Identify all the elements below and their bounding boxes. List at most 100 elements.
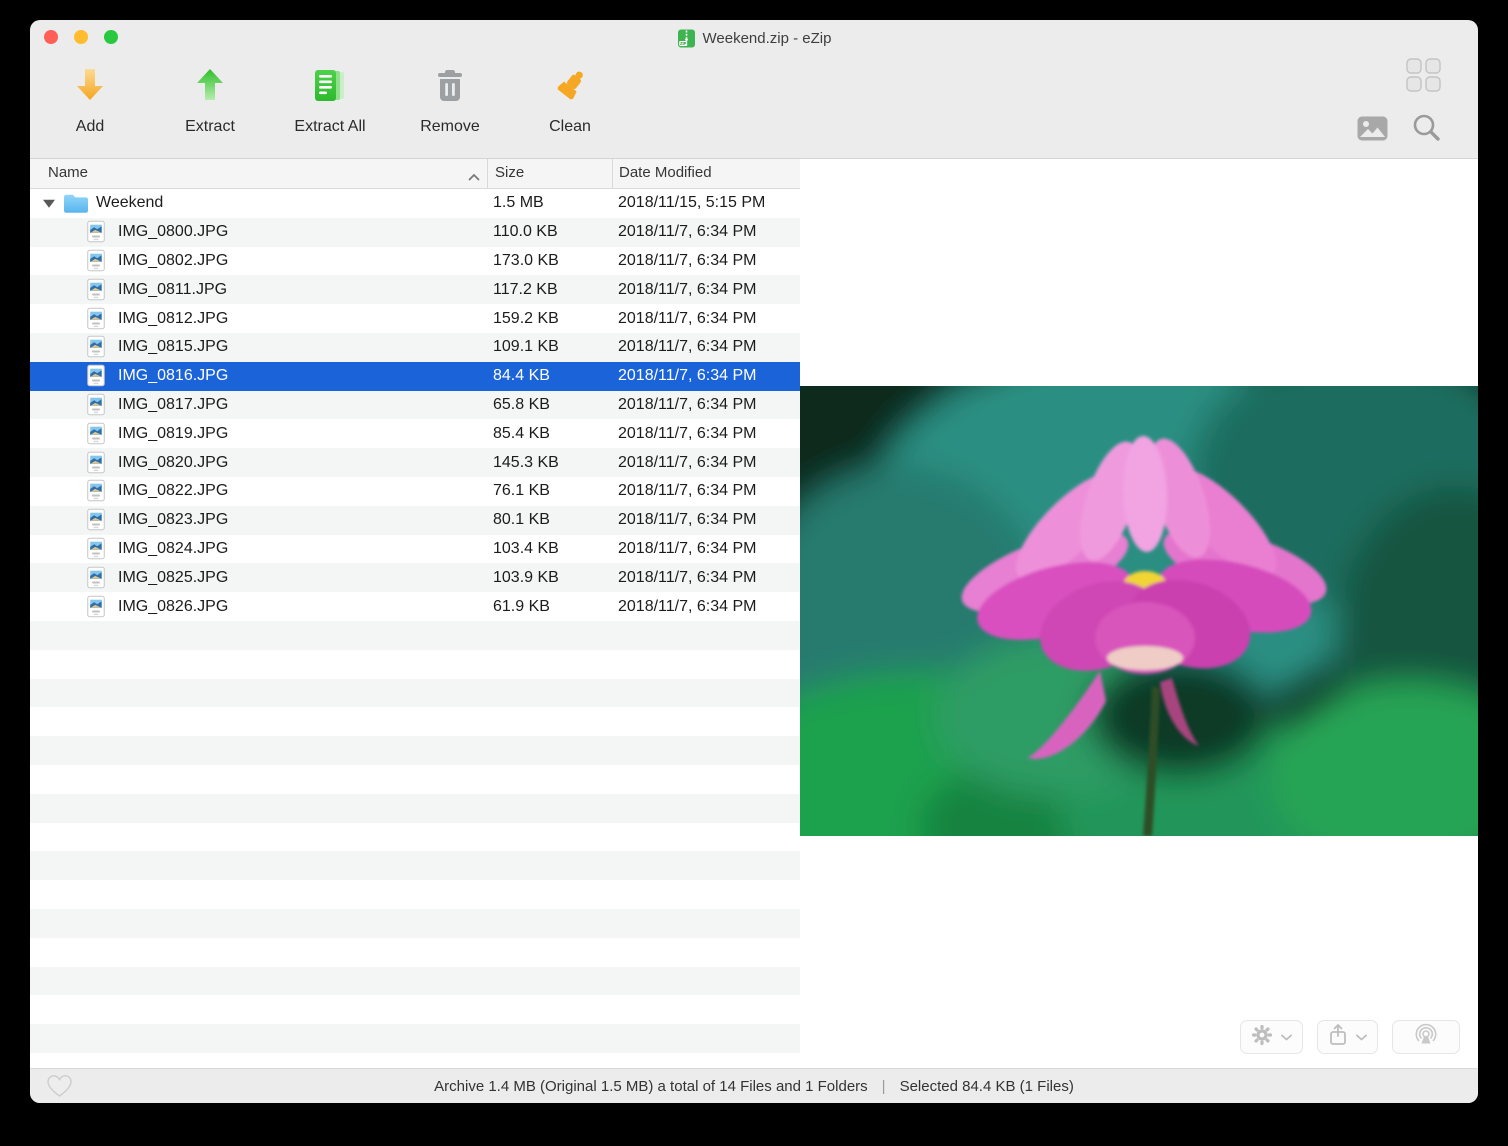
screen: ZIP Weekend.zip - eZip Add — [0, 0, 1508, 1146]
clean-button[interactable]: Clean — [510, 56, 630, 160]
extract-label: Extract — [185, 118, 235, 136]
search-icon — [1411, 130, 1442, 147]
file-date: 2018/11/7, 6:34 PM — [618, 252, 756, 270]
preview-pane — [800, 159, 1478, 1068]
clean-label: Clean — [549, 118, 591, 136]
table-row[interactable]: IMG_0819.JPG 85.4 KB 2018/11/7, 6:34 PM — [30, 419, 800, 448]
search-button[interactable] — [1411, 112, 1442, 148]
selection-summary: Selected 84.4 KB (1 Files) — [900, 1078, 1074, 1095]
content-area: Name Size Date Modified — [30, 158, 1478, 1068]
file-date: 2018/11/7, 6:34 PM — [618, 367, 756, 385]
file-name: IMG_0816.JPG — [118, 367, 228, 385]
file-date: 2018/11/7, 6:34 PM — [618, 281, 756, 299]
window-title: Weekend.zip - eZip — [703, 30, 832, 47]
file-size: 80.1 KB — [493, 511, 550, 529]
file-date: 2018/11/7, 6:34 PM — [618, 511, 756, 529]
empty-row — [30, 938, 800, 967]
table-row[interactable]: IMG_0826.JPG 61.9 KB 2018/11/7, 6:34 PM — [30, 592, 800, 621]
table-row[interactable]: IMG_0811.JPG 117.2 KB 2018/11/7, 6:34 PM — [30, 275, 800, 304]
table-row[interactable]: IMG_0816.JPG 84.4 KB 2018/11/7, 6:34 PM — [30, 362, 800, 391]
table-row[interactable]: IMG_0817.JPG 65.8 KB 2018/11/7, 6:34 PM — [30, 391, 800, 420]
extract-button[interactable]: Extract — [150, 56, 270, 160]
remove-button[interactable]: Remove — [390, 56, 510, 160]
titlebar[interactable]: ZIP Weekend.zip - eZip — [30, 20, 1478, 56]
settings-button[interactable] — [1240, 1020, 1303, 1054]
jpeg-file-icon — [87, 307, 105, 330]
column-header-date[interactable]: Date Modified — [619, 164, 712, 181]
add-label: Add — [76, 118, 104, 136]
file-date: 2018/11/15, 5:15 PM — [618, 194, 765, 212]
table-row[interactable]: IMG_0825.JPG 103.9 KB 2018/11/7, 6:34 PM — [30, 563, 800, 592]
column-header-name[interactable]: Name — [48, 164, 88, 181]
file-name: IMG_0802.JPG — [118, 252, 228, 270]
file-date: 2018/11/7, 6:34 PM — [618, 454, 756, 472]
table-row[interactable]: IMG_0815.JPG 109.1 KB 2018/11/7, 6:34 PM — [30, 333, 800, 362]
remove-label: Remove — [420, 118, 480, 136]
jpeg-file-icon — [87, 566, 105, 589]
add-button[interactable]: Add — [30, 56, 150, 160]
table-row[interactable]: IMG_0802.JPG 173.0 KB 2018/11/7, 6:34 PM — [30, 247, 800, 276]
trash-icon — [432, 64, 468, 110]
empty-row — [30, 707, 800, 736]
jpeg-file-icon — [87, 393, 105, 416]
file-name: IMG_0823.JPG — [118, 511, 228, 529]
file-name: IMG_0826.JPG — [118, 598, 228, 616]
preview-toggle-button[interactable] — [1357, 116, 1388, 146]
disclosure-triangle-icon[interactable] — [43, 200, 55, 208]
preview-image-lotus — [800, 386, 1478, 836]
file-size: 110.0 KB — [493, 223, 558, 241]
file-date: 2018/11/7, 6:34 PM — [618, 310, 756, 328]
file-date: 2018/11/7, 6:34 PM — [618, 223, 756, 241]
document-stack-icon — [310, 64, 350, 110]
empty-row — [30, 765, 800, 794]
table-row[interactable]: IMG_0800.JPG 110.0 KB 2018/11/7, 6:34 PM — [30, 218, 800, 247]
airdrop-button[interactable] — [1392, 1020, 1460, 1054]
view-grid-button[interactable] — [1406, 58, 1442, 97]
empty-row — [30, 679, 800, 708]
toolbar: Add Extract — [30, 56, 1478, 158]
file-name: IMG_0825.JPG — [118, 569, 228, 587]
chevron-down-icon — [1281, 1028, 1292, 1046]
arrow-up-icon — [192, 64, 228, 110]
empty-row — [30, 621, 800, 650]
file-size: 1.5 MB — [493, 194, 544, 212]
extract-all-button[interactable]: Extract All — [270, 56, 390, 160]
jpeg-file-icon — [87, 336, 105, 359]
zip-document-icon: ZIP — [677, 29, 696, 48]
file-size: 84.4 KB — [493, 367, 550, 385]
share-button[interactable] — [1317, 1020, 1378, 1054]
archive-summary: Archive 1.4 MB (Original 1.5 MB) a total… — [434, 1078, 868, 1095]
file-date: 2018/11/7, 6:34 PM — [618, 540, 756, 558]
status-separator: | — [882, 1078, 886, 1095]
jpeg-file-icon — [87, 422, 105, 445]
file-name: IMG_0822.JPG — [118, 482, 228, 500]
jpeg-file-icon — [87, 595, 105, 618]
column-divider[interactable] — [612, 159, 613, 189]
file-size: 173.0 KB — [493, 252, 559, 270]
file-date: 2018/11/7, 6:34 PM — [618, 338, 756, 356]
table-row[interactable]: IMG_0824.JPG 103.4 KB 2018/11/7, 6:34 PM — [30, 535, 800, 564]
table-row[interactable]: IMG_0823.JPG 80.1 KB 2018/11/7, 6:34 PM — [30, 506, 800, 535]
file-size: 65.8 KB — [493, 396, 550, 414]
file-rows: Weekend 1.5 MB 2018/11/15, 5:15 PM IMG_0… — [30, 189, 800, 1053]
table-row[interactable]: IMG_0820.JPG 145.3 KB 2018/11/7, 6:34 PM — [30, 448, 800, 477]
table-row[interactable]: IMG_0822.JPG 76.1 KB 2018/11/7, 6:34 PM — [30, 477, 800, 506]
file-size: 159.2 KB — [493, 310, 559, 328]
sort-ascending-icon[interactable] — [468, 168, 480, 185]
folder-icon — [63, 193, 89, 214]
jpeg-file-icon — [87, 278, 105, 301]
empty-row — [30, 851, 800, 880]
archive-file-list: Name Size Date Modified — [30, 159, 800, 1068]
column-divider[interactable] — [487, 159, 488, 189]
file-size: 61.9 KB — [493, 598, 550, 616]
file-name: IMG_0820.JPG — [118, 454, 228, 472]
table-row[interactable]: Weekend 1.5 MB 2018/11/15, 5:15 PM — [30, 189, 800, 218]
empty-row — [30, 736, 800, 765]
file-name: IMG_0824.JPG — [118, 540, 228, 558]
file-name: IMG_0800.JPG — [118, 223, 228, 241]
table-row[interactable]: IMG_0812.JPG 159.2 KB 2018/11/7, 6:34 PM — [30, 304, 800, 333]
file-name: IMG_0811.JPG — [118, 281, 227, 299]
column-header-size[interactable]: Size — [495, 164, 524, 181]
file-name: Weekend — [96, 194, 163, 212]
empty-row — [30, 794, 800, 823]
